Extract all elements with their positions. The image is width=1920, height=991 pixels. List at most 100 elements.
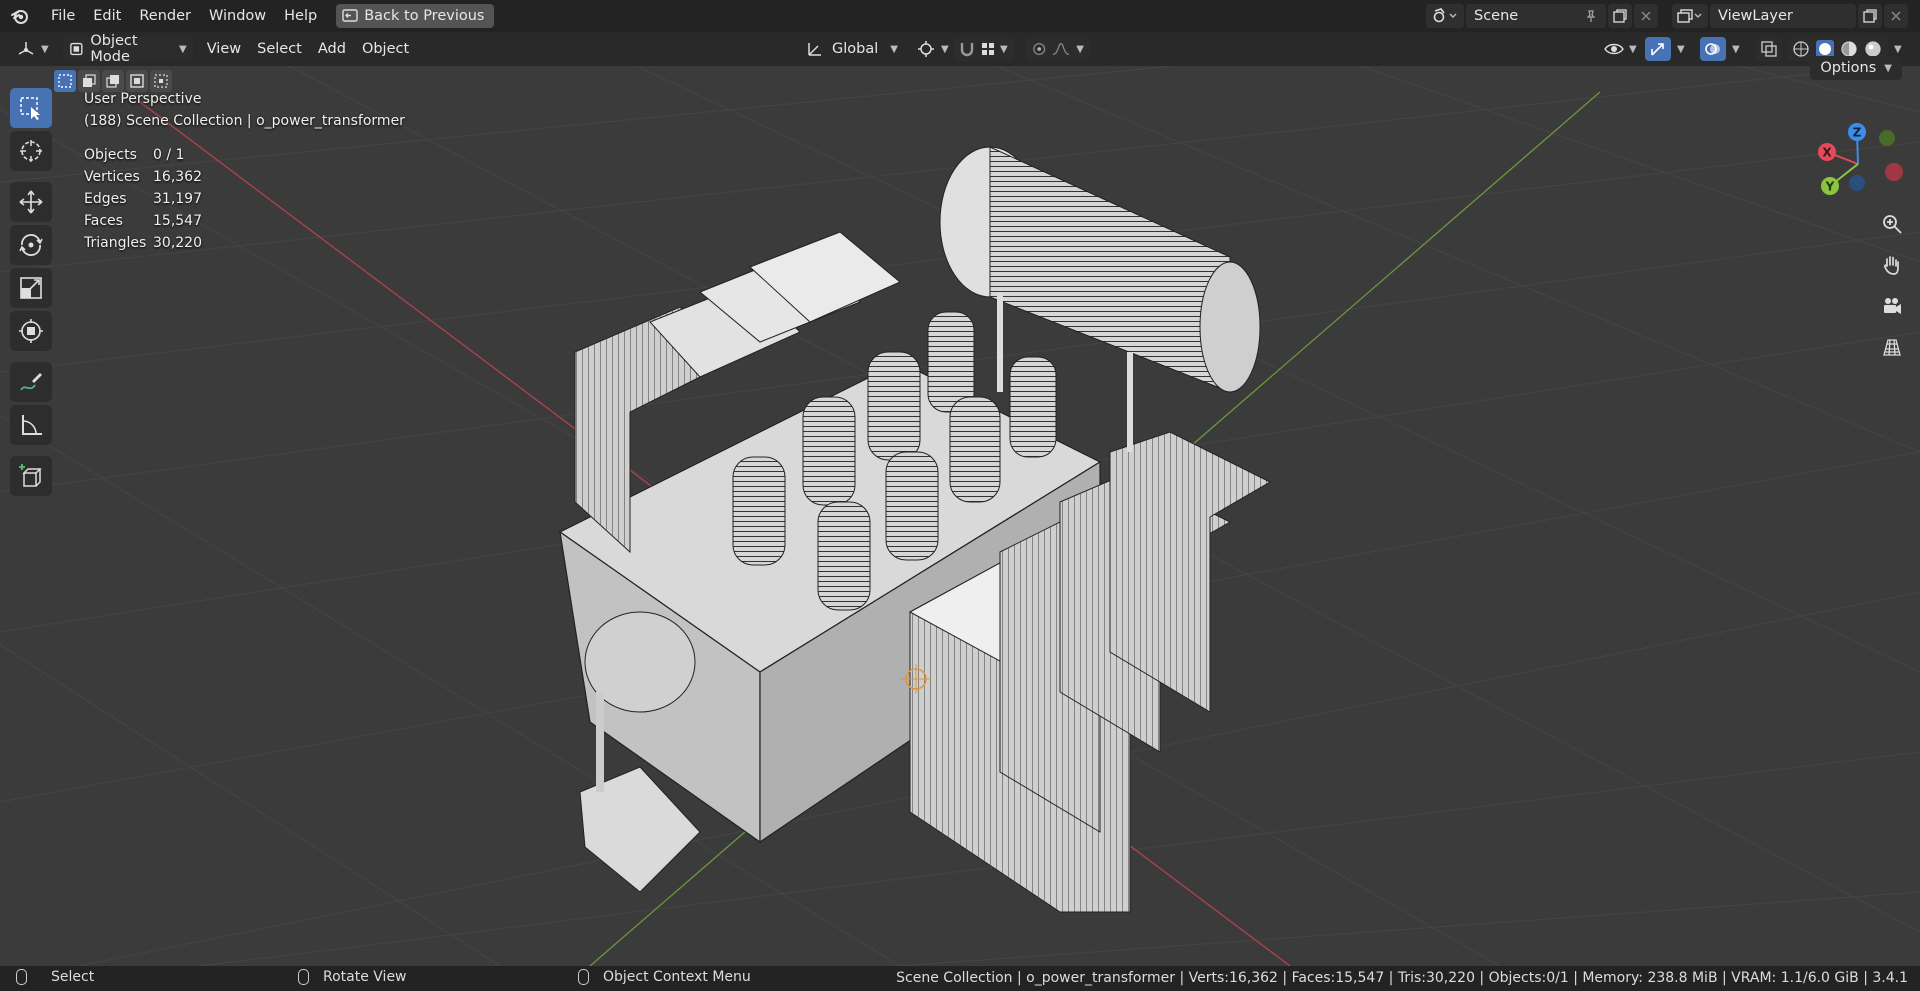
gizmo-neg-z-handle[interactable] (1849, 175, 1865, 191)
stat-label: Objects (84, 147, 137, 163)
select-intersect-icon (154, 74, 168, 88)
3d-cursor-icon (20, 140, 42, 162)
menu-view[interactable]: View (201, 37, 247, 61)
tool-move[interactable] (10, 182, 52, 222)
delete-scene-button[interactable] (1634, 4, 1658, 28)
gizmo-y-label: Y (1825, 180, 1835, 194)
annotate-pencil-icon (20, 373, 42, 391)
proportional-edit-group: ▼ (1026, 37, 1090, 61)
gizmo-neg-y-handle[interactable] (1879, 130, 1895, 146)
stat-row-faces: Faces 15,547 (84, 210, 405, 232)
delete-view-layer-button[interactable] (1884, 4, 1908, 28)
menu-file[interactable]: File (42, 4, 84, 28)
chevron-down-icon: ▼ (179, 43, 187, 55)
gizmo-icon (1651, 43, 1664, 56)
xray-toggle[interactable] (1756, 37, 1782, 61)
new-scene-button[interactable] (1608, 4, 1632, 28)
transform-orientation-dropdown[interactable]: Global ▼ (800, 37, 904, 61)
move-icon (19, 190, 43, 214)
tool-rotate[interactable] (10, 225, 52, 265)
pivot-icon (918, 41, 934, 57)
navigation-tools (1876, 208, 1908, 372)
camera-view-button[interactable] (1876, 290, 1908, 322)
screen-back-icon (342, 9, 358, 22)
chevron-down-icon: ▼ (1076, 43, 1084, 55)
stat-value: 16,362 (153, 169, 202, 185)
overlays-options-dropdown[interactable]: ▼ (1728, 37, 1744, 61)
overlays-icon (1705, 43, 1720, 55)
back-to-previous-label: Back to Previous (364, 8, 485, 24)
new-view-layer-button[interactable] (1858, 4, 1882, 28)
pan-view-button[interactable] (1876, 249, 1908, 281)
zoom-icon (1883, 215, 1902, 234)
chevron-down-icon: ▼ (941, 43, 949, 55)
options-label: Options (1820, 60, 1877, 76)
stat-row-triangles: Triangles 30,220 (84, 232, 405, 254)
back-to-previous-button[interactable]: Back to Previous (336, 4, 495, 28)
stat-label: Edges (84, 191, 127, 207)
top-menu-bar: File Edit Render Window Help Back to Pre… (0, 0, 1920, 32)
tool-scale[interactable] (10, 268, 52, 308)
chevron-down-icon: ▼ (1677, 43, 1685, 55)
view-layer-name-field[interactable]: ViewLayer (1710, 4, 1856, 28)
interaction-mode-dropdown[interactable]: Object Mode ▼ (62, 33, 193, 65)
tool-add-cube[interactable] (10, 456, 52, 496)
xray-icon (1761, 41, 1777, 57)
menu-add[interactable]: Add (312, 37, 352, 61)
hint-context-menu-label: Object Context Menu (603, 969, 751, 985)
hint-context-menu: Object Context Menu (578, 969, 751, 985)
view-layer-name: ViewLayer (1718, 8, 1793, 24)
menu-help[interactable]: Help (275, 4, 326, 28)
hint-select: Select (16, 969, 94, 985)
options-dropdown[interactable]: Options ▼ (1810, 56, 1902, 80)
menu-edit[interactable]: Edit (84, 4, 130, 28)
pin-icon[interactable] (1584, 9, 1598, 23)
orientation-icon (808, 43, 821, 56)
view-layer-browse-button[interactable] (1672, 4, 1708, 28)
stat-row-edges: Edges 31,197 (84, 188, 405, 210)
orthographic-toggle-button[interactable] (1876, 331, 1908, 363)
stat-row-vertices: Vertices 16,362 (84, 166, 405, 188)
snap-group: ▼ (954, 37, 1014, 61)
scene-name-field[interactable]: Scene (1466, 4, 1606, 28)
falloff-curve-icon[interactable] (1052, 41, 1070, 57)
menu-window[interactable]: Window (200, 4, 275, 28)
tool-annotate[interactable] (10, 362, 52, 402)
stat-value: 31,197 (153, 191, 202, 207)
chevron-down-icon: ▼ (1000, 43, 1008, 55)
3d-view-icon (18, 42, 34, 55)
show-gizmo-toggle[interactable] (1645, 37, 1671, 61)
3d-viewport[interactable]: ▼ Object Mode ▼ View Select Add Object G… (0, 32, 1920, 966)
gizmo-neg-x-handle[interactable] (1885, 163, 1903, 181)
gizmo-z-label: Z (1853, 126, 1862, 140)
snap-magnet-icon[interactable] (958, 40, 976, 58)
blender-logo-icon[interactable] (10, 6, 30, 26)
mouse-left-icon (16, 969, 27, 985)
duplicate-icon (1613, 9, 1627, 23)
tool-select-box[interactable] (10, 88, 52, 128)
wireframe-shading-icon[interactable] (1792, 40, 1810, 58)
zoom-view-button[interactable] (1876, 208, 1908, 240)
gizmo-options-dropdown[interactable]: ▼ (1673, 37, 1689, 61)
close-icon (1641, 11, 1651, 21)
select-extend-icon (83, 74, 96, 87)
scene-browse-button[interactable] (1426, 4, 1464, 28)
render-layers-icon (1677, 9, 1702, 23)
tool-measure[interactable] (10, 405, 52, 445)
proportional-editing-icon[interactable] (1032, 41, 1046, 57)
select-new-button[interactable] (54, 70, 76, 92)
pivot-point-dropdown[interactable]: ▼ (910, 37, 955, 61)
menu-object[interactable]: Object (356, 37, 415, 61)
tool-cursor[interactable] (10, 131, 52, 171)
visibility-dropdown[interactable]: ▼ (1598, 37, 1643, 61)
menu-render[interactable]: Render (130, 4, 200, 28)
menu-select[interactable]: Select (251, 37, 308, 61)
eye-icon (1604, 43, 1624, 55)
editor-type-button[interactable]: ▼ (10, 37, 55, 61)
show-overlays-toggle[interactable] (1700, 37, 1726, 61)
snap-increment-icon[interactable] (980, 41, 996, 57)
interaction-mode-label: Object Mode (90, 33, 138, 65)
navigation-gizmo[interactable]: X Z Y (1810, 112, 1906, 208)
chevron-down-icon: ▼ (890, 43, 898, 55)
tool-transform[interactable] (10, 311, 52, 351)
